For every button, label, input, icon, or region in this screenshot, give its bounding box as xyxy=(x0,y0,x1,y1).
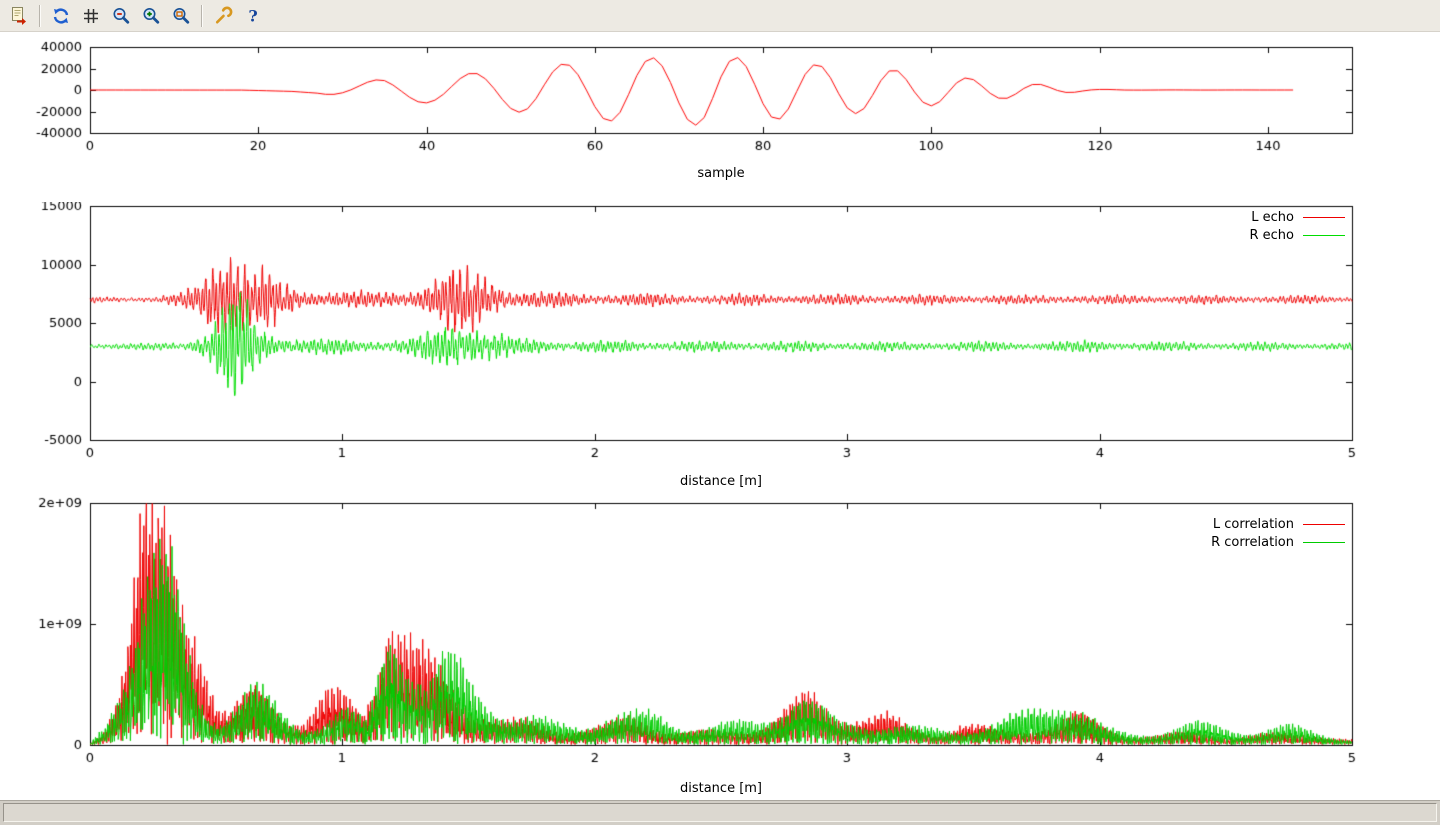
configure-button[interactable] xyxy=(209,3,237,29)
svg-text:?: ? xyxy=(248,6,257,25)
zoom-previous-button[interactable] xyxy=(107,3,135,29)
legend-label: R echo xyxy=(1249,228,1294,243)
toolbar-separator xyxy=(39,5,41,27)
plot-area: sample L echo R echo distance [m] L corr xyxy=(0,32,1440,800)
legend-line-sample xyxy=(1303,542,1345,543)
zoom-previous-icon xyxy=(111,6,131,26)
toolbar: ? xyxy=(0,0,1440,32)
status-bar xyxy=(0,800,1440,825)
legend-entry-l-echo: L echo xyxy=(1249,208,1345,226)
legend-entry-r-correlation: R correlation xyxy=(1211,533,1345,551)
legend-entry-r-echo: R echo xyxy=(1249,226,1345,244)
legend-line-sample xyxy=(1303,217,1345,218)
autoscale-button[interactable] xyxy=(167,3,195,29)
legend-line-sample xyxy=(1303,524,1345,525)
autoscale-icon xyxy=(171,6,191,26)
gnuplot-window: ? sample L echo R echo distance [m] xyxy=(0,0,1440,825)
toggle-grid-button[interactable] xyxy=(77,3,105,29)
toolbar-separator xyxy=(201,5,203,27)
export-icon xyxy=(9,6,29,26)
legend-entry-l-correlation: L correlation xyxy=(1211,515,1345,533)
export-plot-button[interactable] xyxy=(5,3,33,29)
help-icon: ? xyxy=(243,6,263,26)
help-button[interactable]: ? xyxy=(239,3,267,29)
echo-chart-canvas[interactable] xyxy=(0,202,1440,495)
configure-icon xyxy=(213,6,233,26)
replot-button[interactable] xyxy=(47,3,75,29)
status-bar-field xyxy=(3,803,1437,822)
correlation-legend: L correlation R correlation xyxy=(1211,515,1345,551)
legend-label: R correlation xyxy=(1211,535,1294,550)
chart-pulse: sample xyxy=(0,32,1440,202)
replot-icon xyxy=(51,6,71,26)
legend-label: L echo xyxy=(1251,210,1294,225)
chart-correlation: L correlation R correlation distance [m] xyxy=(0,495,1440,800)
chart-echo: L echo R echo distance [m] xyxy=(0,202,1440,495)
zoom-next-icon xyxy=(141,6,161,26)
echo-legend: L echo R echo xyxy=(1249,208,1345,244)
legend-label: L correlation xyxy=(1213,517,1294,532)
pulse-chart-canvas[interactable] xyxy=(0,32,1440,202)
zoom-next-button[interactable] xyxy=(137,3,165,29)
legend-line-sample xyxy=(1303,235,1345,236)
toggle-grid-icon xyxy=(81,6,101,26)
